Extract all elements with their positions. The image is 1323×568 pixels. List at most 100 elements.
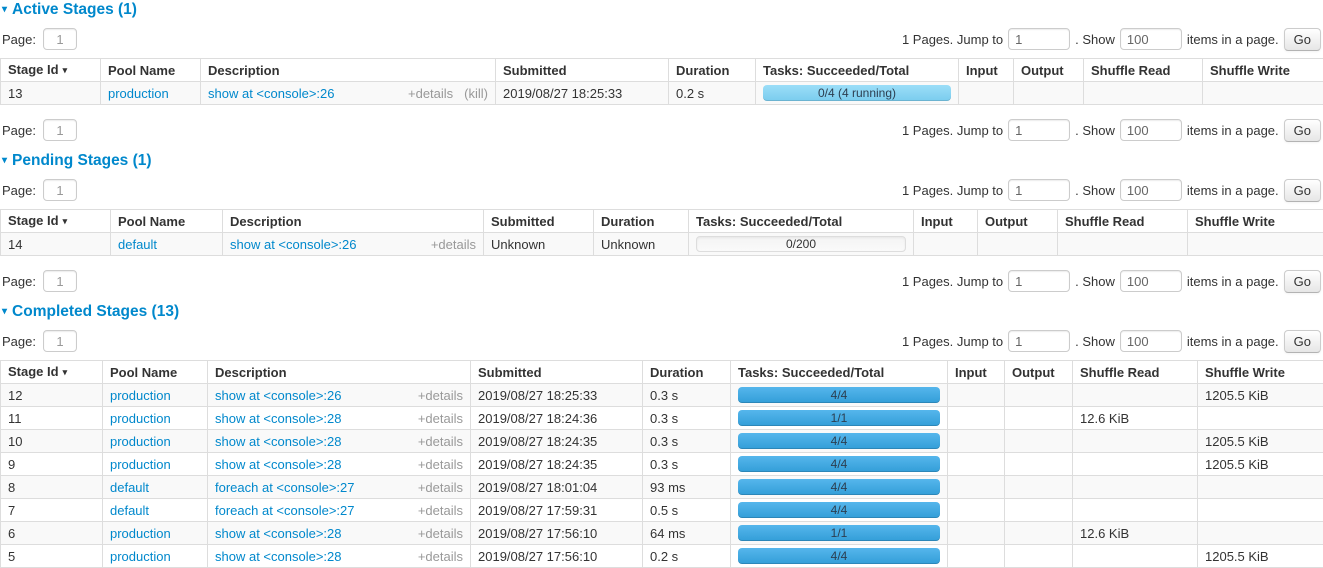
section-title-active[interactable]: ▾Active Stages (1) xyxy=(2,2,1321,18)
stage-description-link[interactable]: show at <console>:28 xyxy=(215,434,341,449)
jump-to-page-input[interactable] xyxy=(1008,270,1070,292)
shuffle-read-cell: 12.6 KiB xyxy=(1073,407,1198,430)
details-toggle-link[interactable]: +details xyxy=(410,457,463,472)
column-header-label: Description xyxy=(215,365,287,380)
column-header-shuffle-write[interactable]: Shuffle Write xyxy=(1203,59,1323,82)
column-header-output[interactable]: Output xyxy=(1005,361,1073,384)
pool-name-link[interactable]: production xyxy=(110,549,171,564)
column-header-submitted[interactable]: Submitted xyxy=(471,361,643,384)
items-per-page-input[interactable] xyxy=(1120,330,1182,352)
pool-name-link[interactable]: production xyxy=(110,457,171,472)
items-per-page-input[interactable] xyxy=(1120,28,1182,50)
stage-description-link[interactable]: show at <console>:26 xyxy=(230,237,356,252)
column-header-shuffle-read[interactable]: Shuffle Read xyxy=(1058,210,1188,233)
column-header-submitted[interactable]: Submitted xyxy=(484,210,594,233)
shuffle-read-cell xyxy=(1058,233,1188,256)
go-button[interactable]: Go xyxy=(1284,330,1321,353)
stage-description-link[interactable]: show at <console>:28 xyxy=(215,457,341,472)
column-header-shuffle-read[interactable]: Shuffle Read xyxy=(1073,361,1198,384)
column-header-tasks[interactable]: Tasks: Succeeded/Total xyxy=(731,361,948,384)
column-header-label: Shuffle Read xyxy=(1065,214,1144,229)
column-header-duration[interactable]: Duration xyxy=(594,210,689,233)
section-title-pending[interactable]: ▾Pending Stages (1) xyxy=(2,153,1321,169)
details-toggle-link[interactable]: +details xyxy=(410,526,463,541)
column-header-shuffle-read[interactable]: Shuffle Read xyxy=(1084,59,1203,82)
items-per-page-input[interactable] xyxy=(1120,270,1182,292)
column-header-description[interactable]: Description xyxy=(201,59,496,82)
page-input[interactable] xyxy=(43,330,77,352)
details-toggle-link[interactable]: +details xyxy=(410,434,463,449)
column-header-label: Shuffle Write xyxy=(1205,365,1285,380)
pool-name-link[interactable]: production xyxy=(110,434,171,449)
pool-name-link[interactable]: production xyxy=(108,86,169,101)
pool-name-link[interactable]: default xyxy=(110,480,149,495)
items-per-page-input[interactable] xyxy=(1120,179,1182,201)
jump-to-page-input[interactable] xyxy=(1008,28,1070,50)
page-input[interactable] xyxy=(43,179,77,201)
column-header-input[interactable]: Input xyxy=(948,361,1005,384)
page-input[interactable] xyxy=(43,119,77,141)
stage-description-link[interactable]: show at <console>:26 xyxy=(215,388,341,403)
stage-row: 7defaultforeach at <console>:27+details2… xyxy=(1,499,1323,522)
stage-id-cell: 8 xyxy=(1,476,103,499)
stage-description-link[interactable]: show at <console>:28 xyxy=(215,411,341,426)
go-button[interactable]: Go xyxy=(1284,119,1321,142)
column-header-stage-id[interactable]: Stage Id▾ xyxy=(1,59,101,82)
column-header-tasks[interactable]: Tasks: Succeeded/Total xyxy=(689,210,914,233)
stage-description-link[interactable]: show at <console>:28 xyxy=(215,526,341,541)
column-header-duration[interactable]: Duration xyxy=(669,59,756,82)
pool-name-link[interactable]: default xyxy=(110,503,149,518)
pool-name-link[interactable]: production xyxy=(110,411,171,426)
go-button[interactable]: Go xyxy=(1284,28,1321,51)
column-header-pool-name[interactable]: Pool Name xyxy=(101,59,201,82)
go-button[interactable]: Go xyxy=(1284,179,1321,202)
jump-to-page-input[interactable] xyxy=(1008,179,1070,201)
submitted-cell: 2019/08/27 18:24:36 xyxy=(471,407,643,430)
column-header-submitted[interactable]: Submitted xyxy=(496,59,669,82)
jump-to-page-input[interactable] xyxy=(1008,119,1070,141)
column-header-duration[interactable]: Duration xyxy=(643,361,731,384)
column-header-pool-name[interactable]: Pool Name xyxy=(103,361,208,384)
kill-stage-link[interactable]: (kill) xyxy=(464,86,488,101)
column-header-description[interactable]: Description xyxy=(223,210,484,233)
go-button[interactable]: Go xyxy=(1284,270,1321,293)
duration-cell: 93 ms xyxy=(643,476,731,499)
column-header-input[interactable]: Input xyxy=(959,59,1014,82)
pagination-row-pending-top: Page:1 Pages. Jump to. Showitems in a pa… xyxy=(2,179,1321,201)
details-toggle-link[interactable]: +details xyxy=(423,237,476,252)
column-header-stage-id[interactable]: Stage Id▾ xyxy=(1,361,103,384)
column-header-shuffle-write[interactable]: Shuffle Write xyxy=(1188,210,1323,233)
pool-name-link[interactable]: default xyxy=(118,237,157,252)
column-header-shuffle-write[interactable]: Shuffle Write xyxy=(1198,361,1323,384)
column-header-description[interactable]: Description xyxy=(208,361,471,384)
items-per-page-input[interactable] xyxy=(1120,119,1182,141)
details-toggle-link[interactable]: +details xyxy=(400,86,453,101)
details-toggle-link[interactable]: +details xyxy=(410,388,463,403)
section-title-completed[interactable]: ▾Completed Stages (13) xyxy=(2,304,1321,320)
details-toggle-link[interactable]: +details xyxy=(410,503,463,518)
output-cell xyxy=(1005,384,1073,407)
column-header-pool-name[interactable]: Pool Name xyxy=(111,210,223,233)
page-input[interactable] xyxy=(43,270,77,292)
items-per-page-text: items in a page. xyxy=(1187,183,1279,198)
column-header-output[interactable]: Output xyxy=(1014,59,1084,82)
details-toggle-link[interactable]: +details xyxy=(410,549,463,564)
column-header-tasks[interactable]: Tasks: Succeeded/Total xyxy=(756,59,959,82)
stage-description-link[interactable]: show at <console>:26 xyxy=(208,86,334,101)
column-header-label: Output xyxy=(1012,365,1055,380)
details-toggle-link[interactable]: +details xyxy=(410,411,463,426)
details-toggle-link[interactable]: +details xyxy=(410,480,463,495)
column-header-stage-id[interactable]: Stage Id▾ xyxy=(1,210,111,233)
stage-description-link[interactable]: foreach at <console>:27 xyxy=(215,503,355,518)
pool-name-link[interactable]: production xyxy=(110,526,171,541)
column-header-input[interactable]: Input xyxy=(914,210,978,233)
page-input[interactable] xyxy=(43,28,77,50)
jump-to-page-input[interactable] xyxy=(1008,330,1070,352)
stage-description-link[interactable]: foreach at <console>:27 xyxy=(215,480,355,495)
tasks-progress-bar: 4/4 xyxy=(738,479,940,495)
column-header-label: Input xyxy=(966,63,998,78)
table-header-row: Stage Id▾Pool Name Description SubmittedDu… xyxy=(1,361,1323,384)
column-header-output[interactable]: Output xyxy=(978,210,1058,233)
pool-name-link[interactable]: production xyxy=(110,388,171,403)
stage-description-link[interactable]: show at <console>:28 xyxy=(215,549,341,564)
